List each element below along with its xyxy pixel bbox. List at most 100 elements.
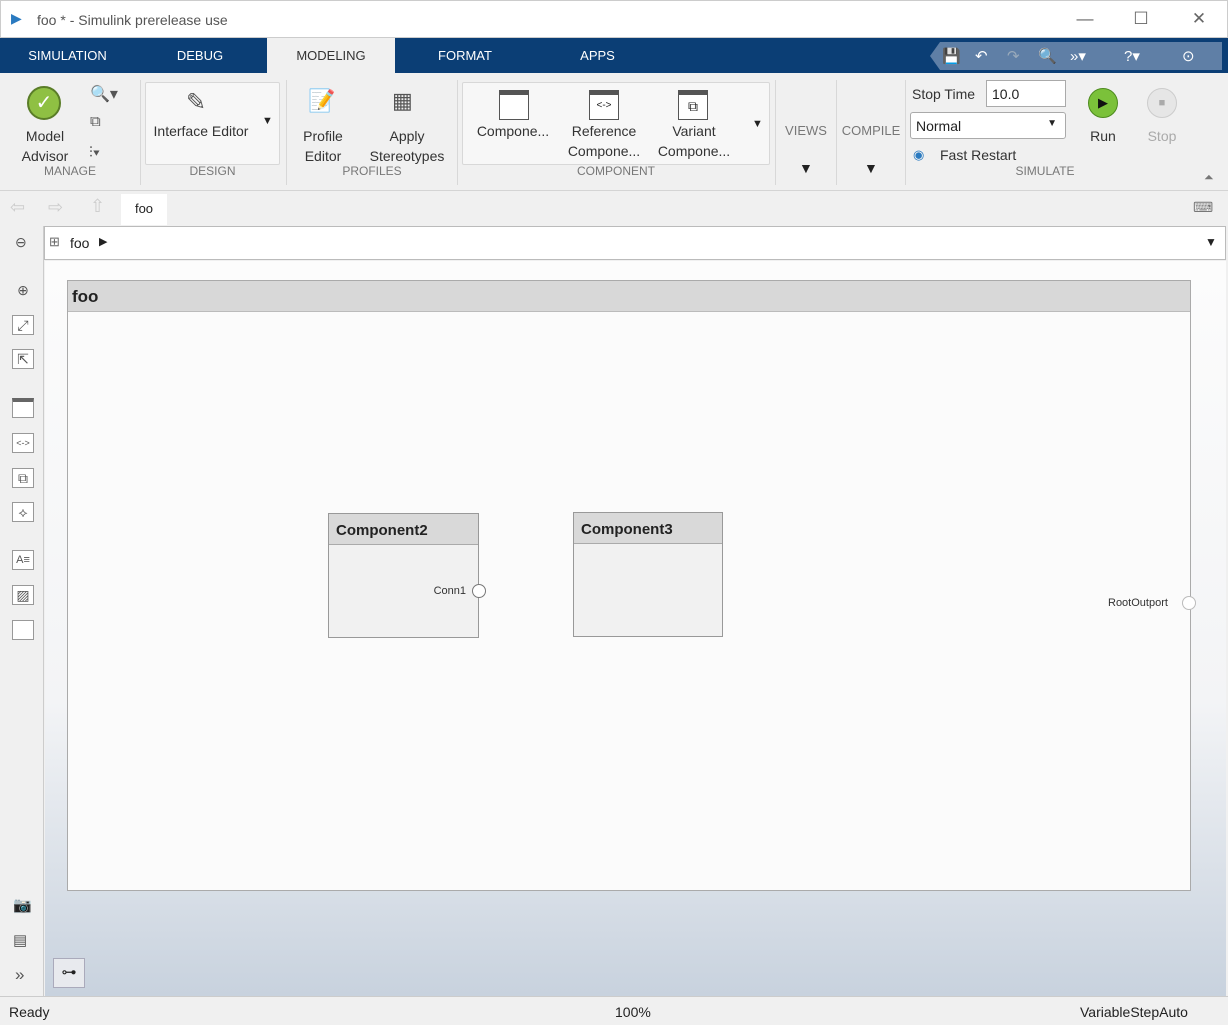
zoom-100-icon[interactable]: ⇱ [12, 349, 34, 369]
component-icon [499, 90, 529, 120]
reference-component-tool-icon[interactable]: <-> [12, 433, 34, 453]
area-icon[interactable] [12, 620, 34, 640]
fast-restart-button[interactable]: Fast Restart [940, 145, 1016, 165]
collapse-ribbon-icon[interactable]: ⏶ [1204, 170, 1214, 185]
screenshot-icon[interactable]: 📷 [13, 896, 32, 914]
fit-to-view-icon[interactable]: ⤢ [12, 315, 34, 335]
window-title: foo * - Simulink prerelease use [37, 12, 228, 28]
reference-component-button[interactable]: Reference Compone... [560, 121, 648, 161]
image-icon[interactable]: ▨ [12, 585, 34, 605]
zoom-in-icon[interactable]: ⊕ [12, 281, 34, 301]
component3-block[interactable]: Component3 [573, 512, 723, 637]
run-button[interactable]: Run [1083, 126, 1123, 146]
section-simulate: SIMULATE [1015, 164, 1075, 178]
section-component: COMPONENT [577, 164, 655, 178]
address-bar: ⊞ foo ▶ ▼ [44, 226, 1226, 260]
interface-editor-icon: ✎ [186, 89, 207, 116]
run-icon: ▶ [1088, 88, 1118, 118]
close-button[interactable]: ✕ [1184, 9, 1214, 29]
status-text: Ready [9, 1004, 50, 1020]
stop-time-input[interactable]: 10.0 [986, 80, 1066, 107]
adapter-tool-icon[interactable]: ⟡ [12, 502, 34, 522]
tab-debug[interactable]: DEBUG [145, 38, 255, 73]
apply-stereotypes-icon: ▦ [392, 88, 413, 113]
component2-block[interactable]: Component2 Conn1 [328, 513, 486, 638]
variant-component-button[interactable]: Variant Compone... [650, 121, 738, 161]
component2-name: Component2 [329, 514, 478, 545]
redo-icon[interactable]: ↷ [1007, 47, 1020, 65]
status-bar: Ready 100% VariableStepAuto [0, 996, 1228, 1025]
shortcuts-icon[interactable]: »▾ [1070, 47, 1086, 65]
root-outport-label: RootOutport [1108, 597, 1168, 609]
profile-editor-button[interactable]: Profile Editor [292, 126, 354, 166]
search-icon[interactable]: 🔍 [1038, 47, 1057, 65]
property-inspector-icon[interactable]: ▤ [13, 931, 27, 949]
tab-simulation[interactable]: SIMULATION [10, 38, 125, 73]
stop-button[interactable]: Stop [1142, 126, 1182, 146]
fast-restart-icon: ◉ [913, 147, 925, 162]
simulation-mode-value: Normal [916, 118, 962, 134]
variant-label-2: Compone... [657, 143, 731, 159]
compare-icon[interactable]: ⧉ [90, 113, 101, 130]
model-advisor-button[interactable]: Model Advisor [5, 126, 85, 166]
navigation-bar: ⇦ ⇨ ⇧ foo ⌨ [0, 192, 1228, 225]
conn1-port[interactable] [472, 584, 486, 598]
annotation-icon[interactable]: A≡ [12, 550, 34, 570]
save-icon[interactable]: 💾 [942, 47, 961, 65]
conn1-port-label: Conn1 [433, 585, 466, 597]
gallery-expand-icon[interactable]: ▼ [752, 118, 763, 130]
variant-component-tool-icon[interactable]: ⧉ [12, 468, 34, 488]
tab-apps[interactable]: APPS [545, 38, 650, 73]
component-button[interactable]: Compone... [468, 121, 558, 141]
component3-name: Component3 [574, 513, 722, 544]
reference-label-1: Reference [571, 123, 637, 139]
section-design: DESIGN [189, 164, 236, 178]
stop-icon: ■ [1147, 88, 1177, 118]
profile-editor-icon: 📝 [308, 88, 336, 113]
hierarchy-icon[interactable]: ⊶ [53, 958, 85, 988]
views-dropdown-icon[interactable]: ▼ [799, 160, 813, 176]
tab-format[interactable]: FORMAT [410, 38, 520, 73]
chevron-down-icon[interactable]: ▼ [262, 115, 273, 127]
root-outport[interactable] [1182, 596, 1196, 610]
reference-component-icon: <-> [589, 90, 619, 120]
solver-status[interactable]: VariableStepAuto [1080, 1004, 1188, 1020]
forward-icon[interactable]: ⇨ [48, 197, 63, 218]
model-tab-foo[interactable]: foo [121, 194, 167, 225]
breadcrumb-arrow-icon[interactable]: ▶ [99, 235, 107, 248]
expand-toolbar-icon[interactable]: » [15, 965, 24, 985]
component-tool-icon[interactable] [12, 398, 34, 418]
compile-dropdown-icon[interactable]: ▼ [864, 160, 878, 176]
address-dropdown-icon[interactable]: ▼ [1205, 235, 1217, 249]
simulation-mode-select[interactable]: Normal ▼ [910, 112, 1066, 139]
quick-access-toolbar: 💾 ↶ ↷ 🔍 »▾ ?▾ ⊙ [930, 42, 1222, 70]
left-toolbar: ⊖ ⊕ ⤢ ⇱ <-> ⧉ ⟡ A≡ ▨ 📷 ▤ » [0, 226, 44, 996]
stop-time-label: Stop Time [912, 86, 976, 102]
undo-icon[interactable]: ↶ [975, 47, 988, 65]
breadcrumb-foo[interactable]: foo [70, 235, 89, 251]
tab-modeling[interactable]: MODELING [267, 38, 395, 73]
settings-icon[interactable]: ⫶▾ [89, 144, 100, 161]
frame-title: foo [68, 281, 1190, 312]
variant-component-icon: ⧉ [678, 90, 708, 120]
help-icon[interactable]: ?▾ [1124, 47, 1140, 65]
simulink-logo-icon: ▶ [11, 10, 22, 26]
model-advisor-icon: ✓ [27, 86, 61, 120]
ribbon-tabs: SIMULATION DEBUG MODELING FORMAT APPS 💾 … [0, 38, 1228, 73]
maximize-button[interactable]: ☐ [1126, 9, 1156, 29]
apply-stereotypes-button[interactable]: Apply Stereotypes [364, 126, 450, 166]
chevron-down-icon: ▼ [1047, 118, 1057, 129]
keyboard-icon[interactable]: ⌨ [1193, 199, 1213, 216]
hide-browser-icon[interactable]: ⊖ [15, 234, 27, 251]
minimize-button[interactable]: — [1070, 9, 1100, 29]
variant-label-1: Variant [672, 123, 716, 139]
title-bar: ▶ foo * - Simulink prerelease use — ☐ ✕ [0, 0, 1228, 38]
interface-editor-button[interactable]: Interface Editor [150, 121, 252, 141]
expand-icon[interactable]: ⊙ [1182, 47, 1195, 65]
views-button[interactable]: VIEWS [780, 123, 832, 138]
up-icon[interactable]: ⇧ [90, 196, 105, 217]
reference-label-2: Compone... [567, 143, 641, 159]
back-icon[interactable]: ⇦ [10, 197, 25, 218]
compile-button[interactable]: COMPILE [838, 123, 904, 138]
find-icon[interactable]: 🔍▾ [90, 84, 118, 104]
